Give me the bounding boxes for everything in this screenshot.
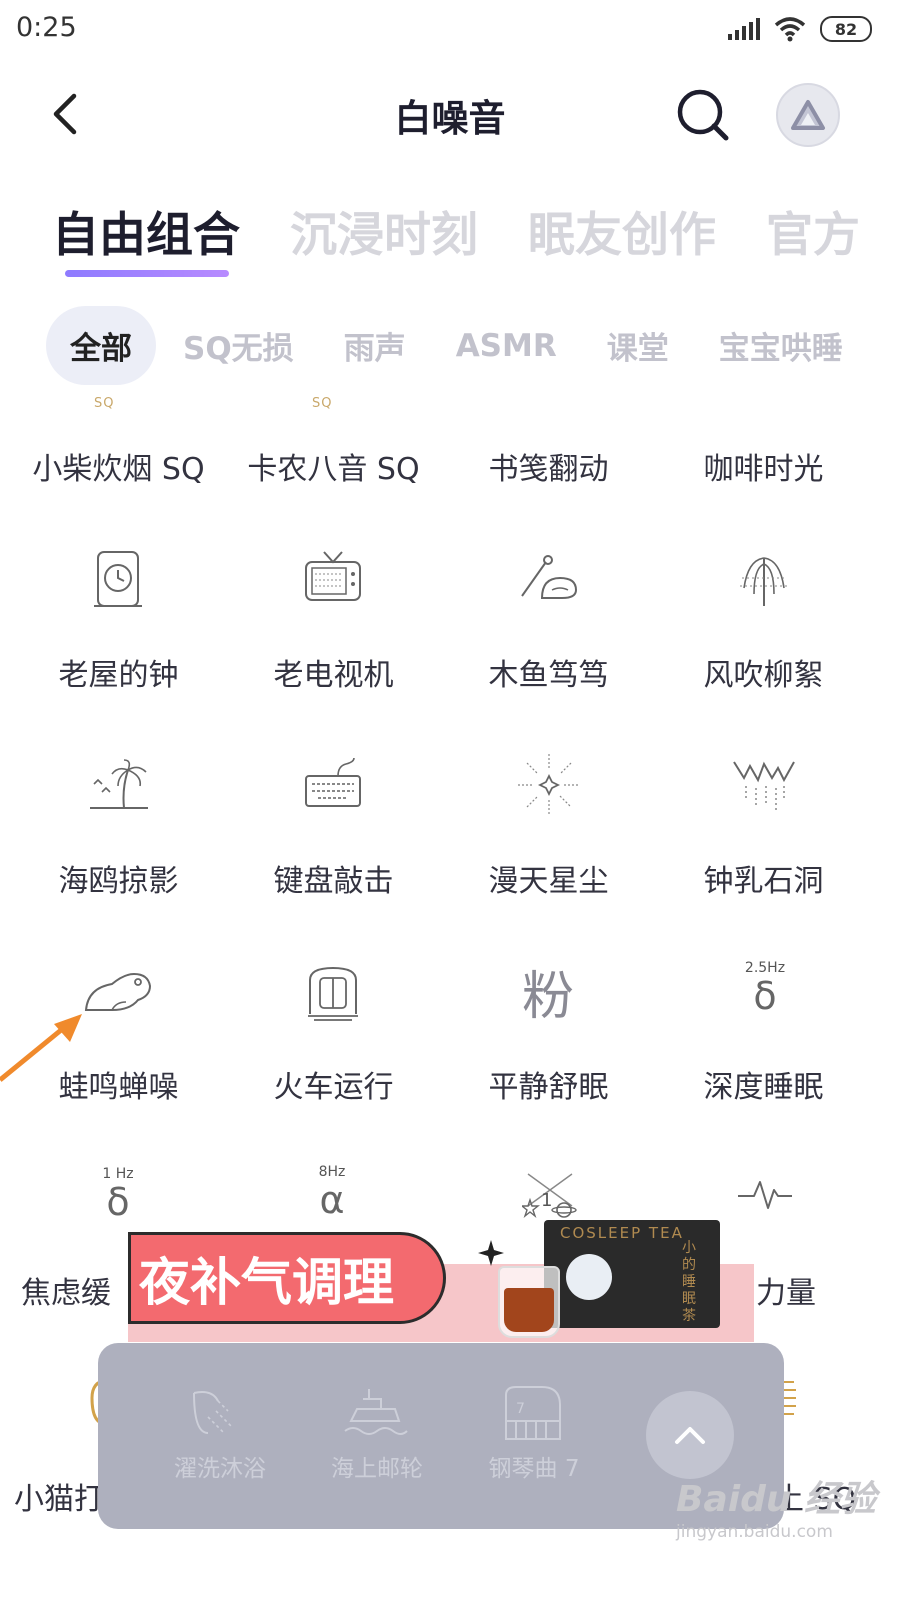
sound-item-stardust[interactable]: 漫天星尘 — [441, 856, 656, 900]
tea-box-art — [566, 1254, 612, 1300]
piano-icon — [505, 1386, 561, 1440]
alpha-symbol: α — [319, 1178, 345, 1222]
delta-symbol: δ — [106, 1180, 130, 1224]
sq-badge: SQ — [312, 396, 333, 411]
tea-cup-image — [498, 1266, 560, 1338]
sound-item-anxiety-relief[interactable]: 焦虑缓 — [6, 1268, 126, 1312]
ad-slogan: 夜补气调理 — [128, 1232, 446, 1324]
status-time: 0:25 — [16, 12, 77, 43]
sound-item-train[interactable]: 火车运行 — [226, 1062, 441, 1106]
tv-icon[interactable] — [302, 548, 364, 608]
ship-icon — [344, 1389, 408, 1435]
wooden-fish-icon[interactable] — [518, 552, 580, 604]
chip-all[interactable]: 全部 — [46, 306, 156, 385]
player-item-piano[interactable]: 7 钢琴曲 7 — [454, 1343, 614, 1529]
alpha-wave-icon[interactable]: 8Hz α — [304, 1164, 360, 1220]
status-icons: 82 — [728, 14, 872, 44]
sound-item-deep-sleep[interactable]: 深度睡眠 — [656, 1062, 871, 1106]
ad-brand: COSLEEP TEA — [560, 1224, 684, 1242]
player-item-label: 海上邮轮 — [331, 1456, 423, 1482]
sound-item-keyboard[interactable]: 键盘敲击 — [226, 856, 441, 900]
wifi-icon — [774, 17, 806, 42]
star-number: 1 — [541, 1190, 553, 1211]
tab-user-creations[interactable]: 眠友创作 — [528, 196, 716, 265]
ad-banner[interactable]: 夜补气调理 COSLEEP TEA 小的睡眠茶 — [128, 1220, 754, 1342]
player-item-shower[interactable]: 濯洗沐浴 — [140, 1343, 300, 1529]
chip-sq-lossless[interactable]: SQ无损 — [183, 323, 294, 368]
tea-box-image: COSLEEP TEA 小的睡眠茶 — [544, 1220, 720, 1328]
anxiety-relief-icon[interactable]: 1 Hz δ — [90, 1166, 146, 1222]
tab-official[interactable]: 官方 — [766, 196, 860, 265]
player-item-ship[interactable]: 海上邮轮 — [297, 1343, 457, 1529]
sound-item-stalactite-cave[interactable]: 钟乳石洞 — [656, 856, 871, 900]
active-tab-indicator — [65, 270, 229, 277]
chip-rain[interactable]: 雨声 — [344, 323, 406, 368]
clock-icon[interactable] — [88, 548, 148, 612]
sound-item-wooden-fish[interactable]: 木鱼笃笃 — [441, 650, 656, 694]
player-item-label: 钢琴曲 7 — [488, 1456, 580, 1482]
piano-badge: 7 — [516, 1401, 525, 1417]
sound-item-power[interactable]: 力量 — [756, 1268, 836, 1312]
watermark: Baidu 经验 jingyan.baidu.com — [676, 1470, 876, 1542]
filter-chips: 全部 SQ无损 雨声 ASMR 课堂 宝宝哄睡 — [46, 306, 893, 385]
sound-item-coffee[interactable]: 咖啡时光 — [656, 444, 871, 488]
keyboard-icon[interactable] — [302, 756, 364, 812]
frog-icon[interactable] — [82, 966, 154, 1016]
cave-icon[interactable] — [732, 758, 796, 814]
tab-immersive[interactable]: 沉浸时刻 — [290, 196, 478, 265]
triangle-logo-icon — [791, 100, 825, 130]
tab-free-combo[interactable]: 自由组合 — [52, 196, 240, 265]
battery-indicator: 82 — [820, 16, 872, 42]
category-tabs: 自由组合 沉浸时刻 眠友创作 官方 — [52, 196, 900, 265]
watermark-brand: Baidu 经验 — [676, 1479, 877, 1520]
heartbeat-icon[interactable] — [736, 1176, 794, 1214]
chip-asmr[interactable]: ASMR — [456, 328, 557, 364]
sparkle-icon — [478, 1240, 504, 1266]
sound-item-calm-sleep[interactable]: 平静舒眠 — [441, 1062, 656, 1106]
chip-classroom[interactable]: 课堂 — [607, 323, 669, 368]
sound-item-page-turning[interactable]: 书笺翻动 — [441, 444, 656, 488]
sound-item-seagull[interactable]: 海鸥掠影 — [11, 856, 226, 900]
ad-brand-cn: 小的睡眠茶 — [682, 1240, 696, 1324]
player-item-label: 濯洗沐浴 — [174, 1456, 266, 1482]
sound-item-willow[interactable]: 风吹柳絮 — [656, 650, 871, 694]
search-button[interactable] — [672, 86, 734, 144]
chevron-up-icon — [675, 1427, 705, 1444]
avatar[interactable] — [776, 83, 840, 147]
shower-icon — [193, 1391, 233, 1434]
stardust-icon[interactable] — [516, 752, 582, 818]
chip-baby-sleep[interactable]: 宝宝哄睡 — [719, 323, 843, 368]
signal-icon — [728, 18, 760, 40]
sound-item-old-tv[interactable]: 老电视机 — [226, 650, 441, 694]
sound-item-xiaochai[interactable]: 小柴炊烟 SQ — [11, 444, 226, 488]
sq-badge: SQ — [94, 396, 115, 411]
delta-symbol: δ — [753, 974, 777, 1018]
deep-sleep-icon[interactable]: 2.5Hz δ — [734, 960, 796, 1016]
sound-item-old-clock[interactable]: 老屋的钟 — [11, 650, 226, 694]
pointer-arrow-icon — [0, 1014, 82, 1082]
train-icon[interactable] — [306, 964, 360, 1022]
willow-icon[interactable] — [734, 548, 794, 608]
search-icon — [677, 89, 729, 141]
sound-item-canon[interactable]: 卡农八音 SQ — [226, 444, 441, 488]
watermark-url: jingyan.baidu.com — [676, 1522, 833, 1542]
page-title: 白噪音 — [394, 97, 506, 140]
expand-player-button[interactable] — [646, 1391, 734, 1479]
palm-beach-icon[interactable] — [88, 758, 150, 814]
calm-sleep-icon[interactable]: 粉 — [512, 954, 584, 1029]
